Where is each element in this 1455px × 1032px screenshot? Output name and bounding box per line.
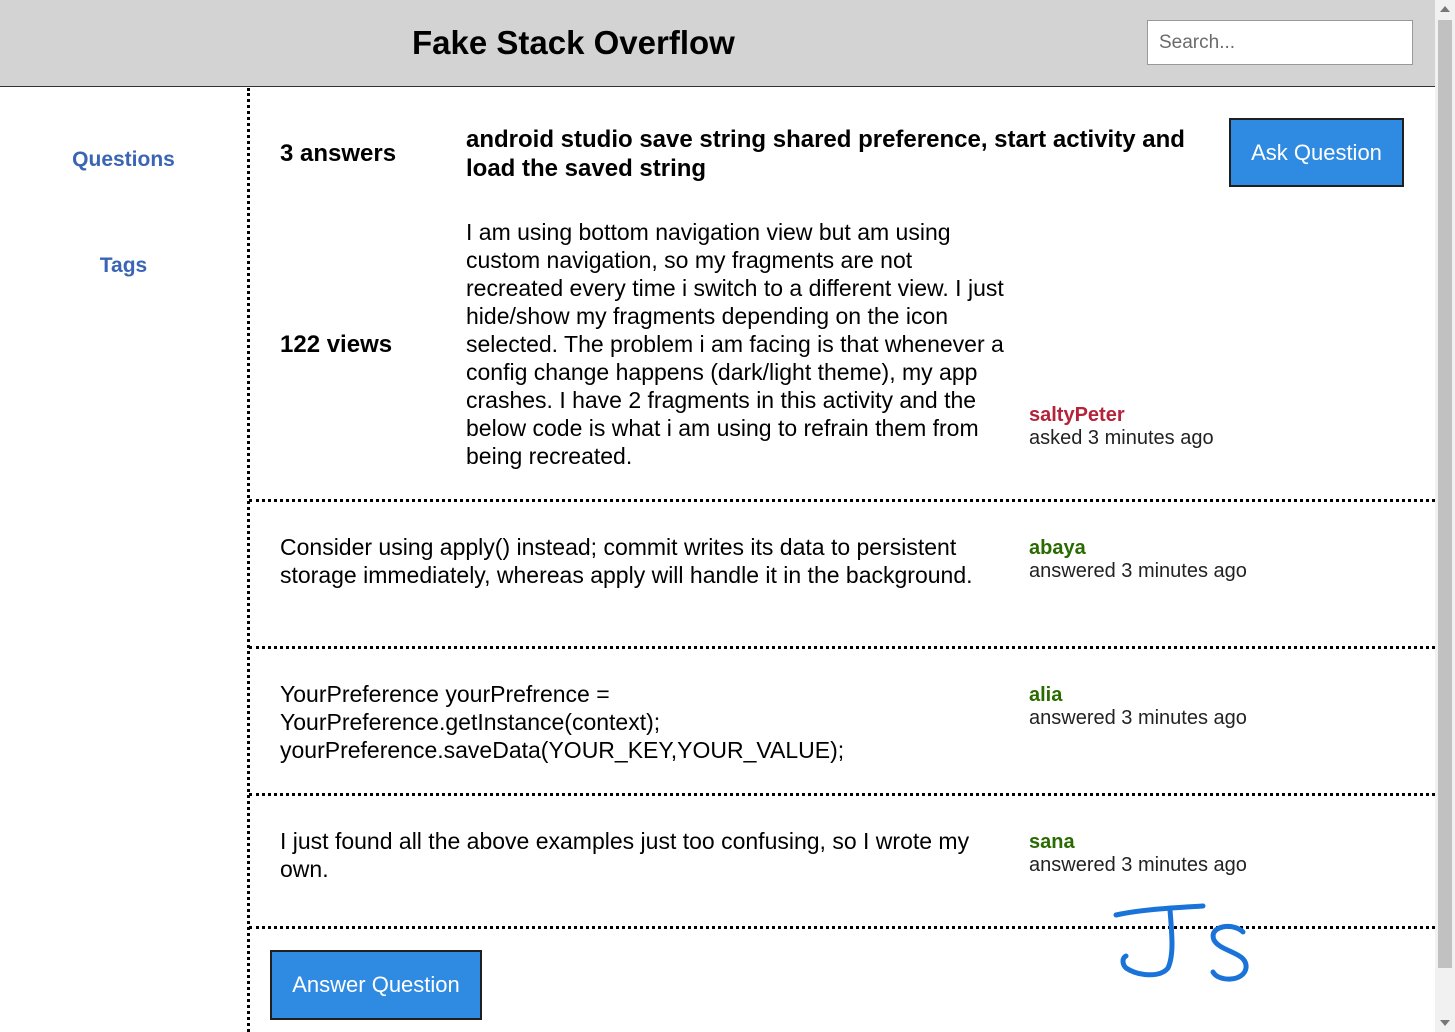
- answer-meta: alia answered 3 minutes ago: [1029, 684, 1247, 730]
- question-text: I am using bottom navigation view but am…: [466, 219, 1004, 469]
- scroll-down-arrow-icon[interactable]: [1440, 1020, 1450, 1026]
- answered-time: answered 3 minutes ago: [1029, 854, 1247, 876]
- answer-meta: sana answered 3 minutes ago: [1029, 831, 1247, 877]
- vertical-scrollbar[interactable]: [1435, 0, 1455, 1032]
- question-meta: saltyPeter asked 3 minutes ago: [1029, 404, 1214, 450]
- answer-text: Consider using apply() instead; commit w…: [280, 534, 973, 588]
- sidebar-item-questions[interactable]: Questions: [0, 148, 247, 172]
- answer-meta: abaya answered 3 minutes ago: [1029, 537, 1247, 583]
- asked-time: asked 3 minutes ago: [1029, 427, 1214, 449]
- view-count: 122 views: [280, 331, 393, 358]
- sidebar-item-tags[interactable]: Tags: [0, 254, 247, 278]
- scroll-up-arrow-icon[interactable]: [1440, 6, 1450, 12]
- answered-time: answered 3 minutes ago: [1029, 560, 1247, 582]
- sidebar: Questions Tags: [0, 88, 247, 1032]
- app-title: Fake Stack Overflow: [412, 24, 735, 61]
- top-header: Fake Stack Overflow: [0, 0, 1435, 87]
- answered-time: answered 3 minutes ago: [1029, 707, 1247, 729]
- ask-question-button[interactable]: Ask Question: [1229, 118, 1404, 187]
- search-input[interactable]: [1147, 20, 1413, 65]
- answerer-username[interactable]: sana: [1029, 831, 1247, 854]
- scroll-thumb[interactable]: [1438, 20, 1452, 968]
- section-divider: [249, 499, 1435, 502]
- answer-text: YourPreference yourPrefrence = YourPrefe…: [280, 681, 845, 763]
- answer-text: I just found all the above examples just…: [280, 828, 970, 882]
- question-title: android studio save string shared prefer…: [466, 126, 1185, 182]
- answer-question-button[interactable]: Answer Question: [270, 950, 482, 1020]
- answer-count: 3 answers: [280, 140, 397, 167]
- asker-username[interactable]: saltyPeter: [1029, 404, 1214, 427]
- handwritten-signature: [1113, 903, 1249, 982]
- answerer-username[interactable]: abaya: [1029, 537, 1247, 560]
- section-divider: [249, 793, 1435, 796]
- sidebar-divider: [247, 88, 250, 1032]
- section-divider: [249, 646, 1435, 649]
- answerer-username[interactable]: alia: [1029, 684, 1247, 707]
